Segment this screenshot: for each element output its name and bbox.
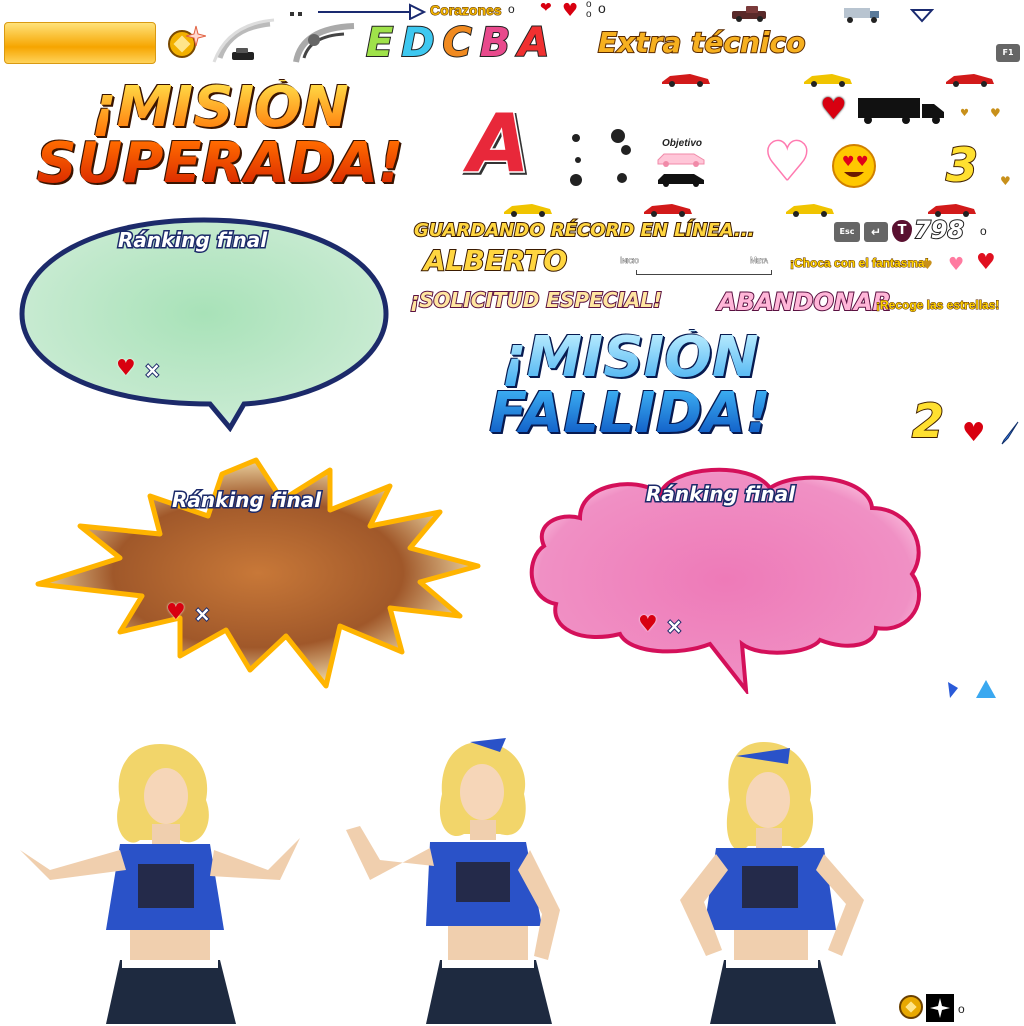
rank-a-big: A [467,97,532,190]
red-car-icon [662,74,710,87]
green-bubble-title: Ránking final [116,227,268,254]
esc-key: Esc [834,222,860,242]
red-sports-car-icon [946,74,994,87]
smoke-particles-icon [570,129,631,186]
race-car-icons [657,153,705,187]
blue-arrow-icons [948,680,996,698]
tiny-heart-icon-3: ♥ [1000,174,1011,188]
semi-truck-icon [858,98,944,124]
coin-icon [899,995,923,1019]
down-triangle-icon [910,9,934,23]
arrow-pointer-icon [290,3,427,20]
character-thumbs-up-pose [346,738,560,1024]
starburst-x: × [193,601,212,627]
grade-e: E [365,19,394,67]
gold-meter-bar [4,22,156,64]
mission-failed-line1: ¡MISIÓN [501,325,759,390]
coin-sparkle-icon [168,25,206,58]
green-bubble-heart-icon: ♥ [116,356,136,381]
tiny-heart-icon: ♥ [960,108,969,119]
grade-c: C [442,19,473,67]
outline-heart-icon: ♥ [763,132,813,192]
special-request-banner: ¡SOLICITUD ESPECIAL! [409,287,663,313]
number-two: 2 [911,393,945,449]
character-hands-on-hips-pose [680,742,864,1024]
progress-start-label: Inicio [620,256,639,266]
tiny-heart-icon-4: ♥ [922,258,933,272]
pickup-truck-icon [732,6,766,22]
collect-stars-banner: ¡Recoge las estrellas! [875,298,1000,313]
starburst-title: Ránking final [170,487,322,514]
mission-failed-title: ¡MISIÓN FALLIDA! [460,330,800,442]
hearts-label: Corazones [430,2,503,19]
small-heart-icon: ❤ [540,0,552,16]
number-three: 3 [945,137,979,193]
grade-b: B [479,19,511,67]
svg-text:♥: ♥ [856,154,869,170]
t-badge: T [892,220,912,242]
star-card-icon [926,994,954,1022]
abandon-banner: ABANDONAR [717,287,892,317]
f1-key: F1 [996,44,1020,62]
green-bubble-x: × [143,357,162,383]
counter-o: o [598,0,606,16]
blue-feather-icon [1001,421,1019,445]
red-heart-icon: ♥ [976,250,996,275]
timer-value: 798 [913,215,965,245]
heart-eyes-face-icon: ♥ ♥ [832,144,876,188]
objective-label: Objetivo [662,138,703,149]
progress-goal-label: Meta [750,256,768,266]
truck-icon [844,8,879,23]
mission-success-line1: ¡MISIÓN [91,75,349,140]
progress-bar [636,270,772,275]
coin-suffix: o [958,1002,965,1016]
big-heart-icon: ♥ [820,92,847,127]
mission-success-line2: SUPERADA! [36,131,404,196]
heart-icon: ♥ [562,0,579,21]
grade-letters: E D C B A [365,19,550,67]
grade-d: D [400,19,435,67]
counter-glyph: oo [586,0,592,20]
svg-text:♥: ♥ [842,154,855,170]
tiny-heart-icon-2: ♥ [990,106,1001,120]
mission-failed-line2: FALLIDA! [489,381,771,446]
hearts-degree: o [508,2,515,16]
timer-suffix: o [980,224,987,238]
extra-tecnico-label: Extra técnico [597,25,806,60]
character-shrug-pose [20,744,300,1024]
player-name-banner: ALBERTO [423,243,568,278]
crash-ghost-banner: ¡Choca con el fantasma! [790,256,930,271]
pink-bubble-x: × [665,613,684,639]
mission-success-title: ¡MISIÓN SUPERADA! [20,80,420,192]
red-car-icon-2 [644,204,692,217]
pink-bubble-heart-icon: ♥ [638,612,658,637]
saving-record-banner: GUARDANDO RÉCORD EN LÍNEA... [413,219,755,242]
pink-bubble-title: Ránking final [644,481,796,508]
heart-icon-2: ♥ [962,418,986,448]
yellow-car-icon-2 [504,204,552,217]
enter-key: ↵ [864,222,888,242]
car-drift-icon [212,18,275,63]
yellow-car-icon-3 [786,204,834,217]
starburst-heart-icon: ♥ [166,600,186,625]
grade-a: A [517,19,550,67]
car-spin-icon [293,23,355,63]
yellow-car-icon [804,74,852,87]
pink-heart-icon: ♥ [948,254,965,275]
